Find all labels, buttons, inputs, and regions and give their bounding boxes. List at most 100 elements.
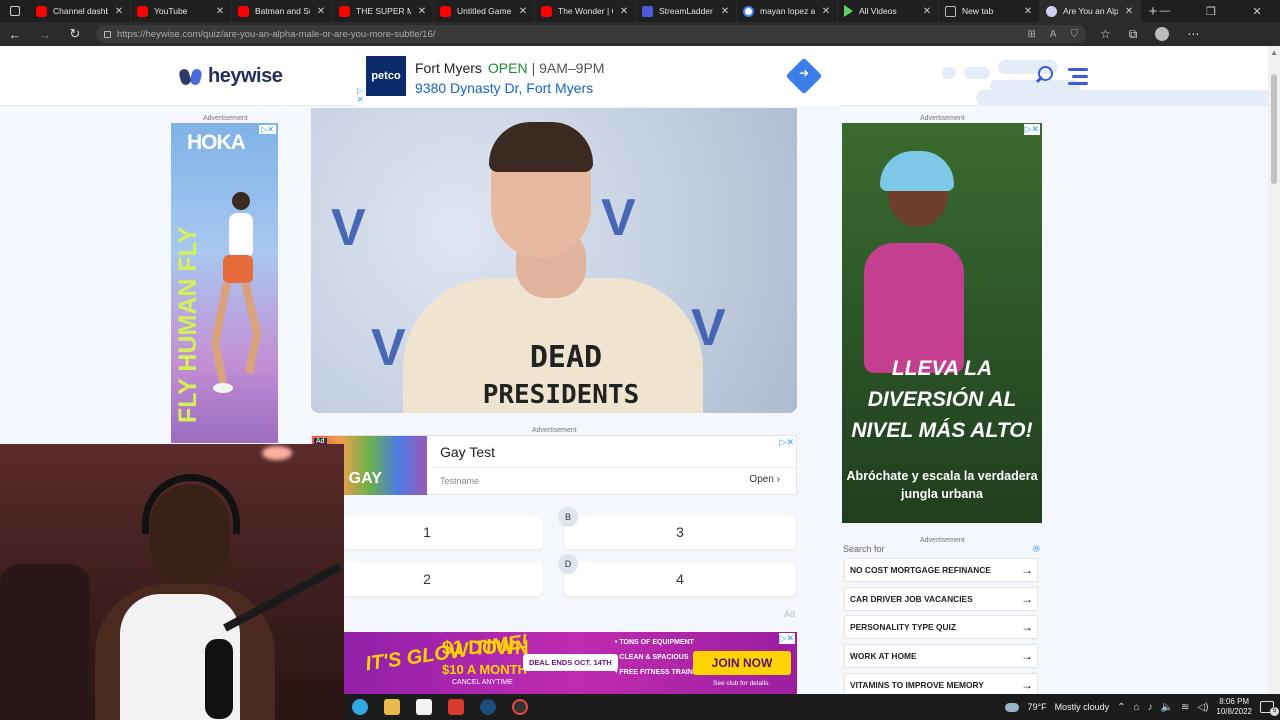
petco-ad[interactable]: petco Fort Myers OPEN | 9AM–9PM 9380 Dynas… [355, 50, 839, 106]
mic-icon[interactable]: ♪ [1148, 702, 1153, 713]
answer-b-button[interactable]: B 3 [558, 507, 796, 549]
collections-icon[interactable]: ⧉ [1129, 27, 1138, 42]
close-tab-icon[interactable]: ✕ [720, 6, 730, 17]
close-window-icon[interactable]: ✕ [1234, 0, 1280, 22]
back-icon[interactable]: ← [0, 22, 30, 46]
close-tab-icon[interactable]: ✕ [215, 6, 225, 17]
hoka-ad[interactable]: HOKA FLY HUMAN FLY ▷✕ [171, 123, 278, 443]
youtube-icon [36, 5, 47, 17]
scroll-thumb[interactable] [1271, 74, 1277, 184]
refresh-icon[interactable]: ↻ [60, 22, 90, 46]
window-menu-icon[interactable] [0, 0, 30, 22]
close-tab-icon[interactable]: ✕ [114, 6, 124, 17]
advertisement-label: Advertisement [920, 537, 965, 544]
profile-avatar[interactable] [1155, 27, 1170, 41]
join-now-button[interactable]: JOIN NOW [693, 651, 791, 675]
adchoices-icon[interactable]: ⦾ [1033, 544, 1040, 558]
read-aloud-icon[interactable]: A [1050, 29, 1057, 40]
backdrop-logo: V [371, 319, 406, 377]
close-tab-icon[interactable]: ✕ [821, 6, 831, 17]
adchoices-icon[interactable]: ▷✕ [259, 125, 276, 134]
tab-1[interactable]: YouTube ✕ [131, 0, 232, 22]
notification-icon[interactable]: 5 [1260, 701, 1279, 716]
store-icon[interactable] [416, 699, 432, 715]
close-tab-icon[interactable]: ✕ [619, 6, 629, 17]
steam-icon[interactable] [480, 699, 496, 715]
minimize-icon[interactable]: — [1142, 0, 1188, 22]
edge-icon[interactable] [352, 699, 368, 715]
wifi-icon[interactable]: ≋ [1181, 702, 1189, 713]
tracking-icon[interactable]: ⛉ [1071, 29, 1079, 40]
backdrop-logo: V [601, 189, 636, 247]
forward-icon[interactable]: → [30, 22, 60, 46]
ad-marker: Ad [784, 609, 796, 619]
tab-7[interactable]: mayan lopez ag ✕ [737, 0, 838, 22]
search-ad-link[interactable]: PERSONALITY TYPE QUIZ → [844, 615, 1038, 640]
weather-desc[interactable]: Mostly cloudy [1055, 702, 1110, 712]
quiz-image: V V V V DEAD PRESIDENTS [311, 108, 797, 413]
close-tab-icon[interactable]: ✕ [1124, 6, 1134, 17]
advertisement-label: Advertisement [532, 427, 577, 434]
url-field[interactable]: https://heywise.com/quiz/are-you-an-alph… [96, 25, 1086, 43]
directions-icon[interactable]: ➜ [785, 57, 823, 95]
advertisement-label: Advertisement [920, 115, 965, 122]
apps-icon[interactable]: ⊞ [1027, 29, 1035, 40]
tab-4[interactable]: Untitled Game (✕ [434, 0, 535, 22]
obs-icon[interactable] [512, 699, 528, 715]
chevron-up-icon[interactable]: ⌃ [1117, 702, 1125, 713]
system-tray: 79°F Mostly cloudy ⌃ ⌂ ♪ 🔈 ≋ ◁) 8:06 PM … [1005, 697, 1280, 717]
arrow-right-icon: → [1021, 563, 1033, 577]
tab-9[interactable]: New tab ✕ [939, 0, 1040, 22]
answer-c-button[interactable]: C 2 [305, 554, 543, 596]
petco-location: Fort Myers OPEN | 9AM–9PM [415, 60, 604, 76]
adchoices-icon[interactable]: ▷✕ [357, 86, 364, 104]
search-ad-link[interactable]: NO COST MORTGAGE REFINANCE → [844, 558, 1038, 582]
search-ad-link[interactable]: WORK AT HOME → [844, 644, 1038, 669]
tab-0[interactable]: Channel dashbo ✕ [30, 0, 131, 22]
tab-3[interactable]: THE SUPER MA ✕ [333, 0, 434, 22]
close-tab-icon[interactable]: ✕ [1023, 6, 1033, 17]
answer-a-button[interactable]: A 1 [305, 507, 543, 549]
speaker-icon[interactable]: 🔈 [1161, 702, 1173, 713]
close-tab-icon[interactable]: ✕ [922, 6, 932, 17]
maximize-icon[interactable]: ❐ [1188, 0, 1234, 22]
scroll-up-icon[interactable]: ▲ [1270, 48, 1278, 57]
adchoices-icon[interactable]: ▷✕ [1023, 124, 1040, 135]
tab-8[interactable]: All Videos ✕ [838, 0, 939, 22]
weather-temp[interactable]: 79°F [1027, 702, 1046, 712]
tab-10-active[interactable]: Are You an Alph ✕ [1040, 0, 1141, 22]
menu-icon[interactable] [1068, 68, 1088, 85]
close-tab-icon[interactable]: ✕ [417, 6, 427, 17]
adchoices-icon[interactable]: ▷✕ [780, 437, 794, 448]
answer-d-button[interactable]: D 4 [558, 554, 796, 596]
tab-title: StreamLadder | [659, 6, 714, 16]
close-tab-icon[interactable]: ✕ [316, 6, 326, 17]
more-icon[interactable]: ⋯ [1187, 27, 1199, 41]
tab-title: Batman and Sup [255, 6, 310, 16]
search-icon[interactable] [1036, 66, 1054, 84]
office-icon[interactable] [448, 699, 464, 715]
tab-title: mayan lopez ag [760, 6, 815, 16]
jungle-park-ad[interactable]: LLEVA LA DIVERSIÓN AL NIVEL MÁS ALTO! Ab… [842, 123, 1042, 523]
ad-open-button[interactable]: Open › [749, 474, 780, 485]
tab-5[interactable]: The Wonder | Ch ✕ [535, 0, 636, 22]
file-explorer-icon[interactable] [384, 699, 400, 715]
tab-6[interactable]: StreamLadder | ✕ [636, 0, 737, 22]
site-header: heywise petco Fort Myers OPEN | 9AM–9PM 93… [0, 46, 1276, 106]
volume-icon[interactable]: ◁) [1197, 702, 1208, 713]
microphone [205, 639, 233, 719]
network-icon[interactable]: ⌂ [1133, 702, 1139, 713]
heywise-logo[interactable]: heywise [178, 65, 283, 88]
favorites-icon[interactable]: ☆ [1100, 27, 1111, 41]
clock[interactable]: 8:06 PM 10/8/2022 [1216, 697, 1252, 717]
glow-gym-ad[interactable]: IT'S GLOW TIME! $1 DOWN $10 A MONTH CANC… [311, 632, 797, 694]
gay-test-ad[interactable]: M I GAY Ad Gay Test Testname Open › ▷✕ [311, 435, 797, 495]
glow-feature: • FREE FITNESS TRAINING [615, 669, 706, 676]
search-ad-link[interactable]: CAR DRIVER JOB VACANCIES → [844, 586, 1038, 611]
adchoices-icon[interactable]: ▷✕ [778, 633, 795, 644]
tab-2[interactable]: Batman and Sup ✕ [232, 0, 333, 22]
close-tab-icon[interactable]: ✕ [518, 6, 528, 17]
shirt-text-line2: PRESIDENTS [482, 380, 640, 410]
search-ad-link[interactable]: VITAMINS TO IMPROVE MEMORY → [844, 672, 1038, 694]
page-scrollbar[interactable]: ▲ [1268, 46, 1280, 694]
